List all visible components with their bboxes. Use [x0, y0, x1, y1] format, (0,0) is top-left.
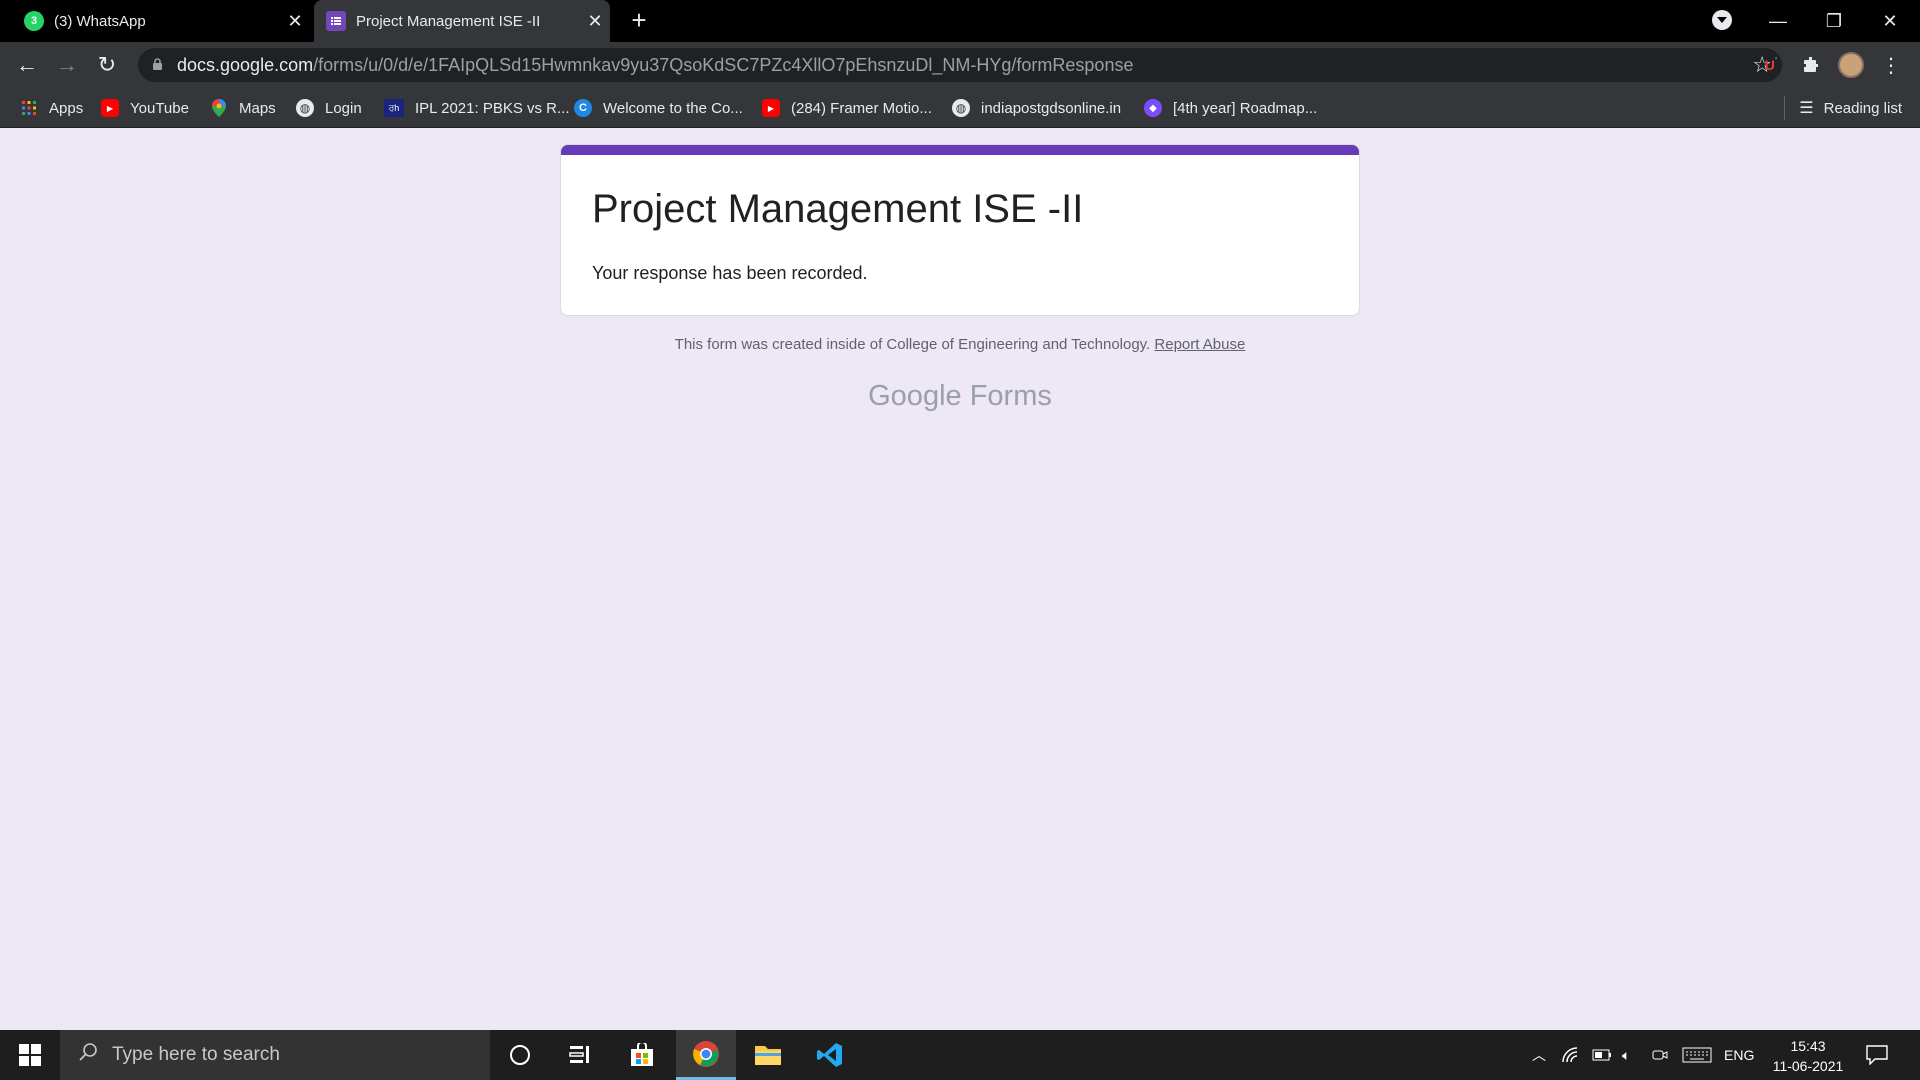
- bookmark-welcome[interactable]: C Welcome to the Co...: [574, 96, 743, 120]
- diamond-icon: ◆: [1144, 99, 1162, 117]
- windows-taskbar: Type here to search ︿ 🔈︎ ENG 15:43 11-06…: [0, 1030, 1920, 1080]
- bookmarks-bar: Apps ▶ YouTube Maps ◍ Login ਰh IPL 2021:…: [0, 88, 1920, 128]
- tab-whatsapp[interactable]: 3 (3) WhatsApp ✕: [0, 0, 310, 42]
- maps-pin-icon: [210, 99, 228, 117]
- notifications-icon[interactable]: [1866, 1030, 1888, 1080]
- forward-icon[interactable]: →: [52, 50, 82, 80]
- logo-forms-text: Forms: [969, 380, 1052, 412]
- minimize-icon[interactable]: —: [1750, 0, 1806, 42]
- reading-list-button[interactable]: ☰ Reading list: [1784, 96, 1902, 120]
- address-bar[interactable]: docs.google.com/forms/u/0/d/e/1FAIpQLSd1…: [138, 48, 1782, 82]
- clock-date: 11-06-2021: [1772, 1058, 1844, 1074]
- tab-title: (3) WhatsApp: [54, 12, 146, 30]
- tab-title: Project Management ISE -II: [356, 12, 541, 30]
- close-tab-icon[interactable]: ✕: [580, 11, 610, 32]
- vscode-icon[interactable]: [800, 1030, 860, 1080]
- url-text: docs.google.com/forms/u/0/d/e/1FAIpQLSd1…: [177, 55, 1134, 75]
- bookmark-roadmap[interactable]: ◆ [4th year] Roadmap...: [1144, 96, 1317, 120]
- bookmark-label: (284) Framer Motio...: [791, 99, 932, 117]
- apps-grid-icon: [20, 99, 38, 117]
- lock-icon: [153, 58, 162, 70]
- language-indicator[interactable]: ENG: [1724, 1030, 1754, 1080]
- menu-kebab-icon[interactable]: ⋮: [1876, 50, 1906, 80]
- bookmark-label: indiapostgdsonline.in: [981, 99, 1122, 117]
- bookmark-ipl[interactable]: ਰh IPL 2021: PBKS vs R...: [384, 96, 570, 120]
- bookmark-label: Login: [325, 99, 362, 117]
- form-accent-bar: [561, 145, 1359, 155]
- globe-icon: ◍: [296, 99, 314, 117]
- keyboard-icon[interactable]: [1682, 1030, 1712, 1080]
- youtube-icon: ▶: [762, 99, 780, 117]
- bookmark-apps[interactable]: Apps: [20, 96, 83, 120]
- bookmark-label: IPL 2021: PBKS vs R...: [415, 99, 570, 117]
- form-footer: This form was created inside of College …: [560, 336, 1360, 353]
- file-explorer-icon[interactable]: [738, 1030, 798, 1080]
- extensions-puzzle-icon[interactable]: [1796, 50, 1826, 80]
- search-icon: [78, 1042, 98, 1068]
- windows-start-icon[interactable]: [0, 1030, 60, 1080]
- show-hidden-icons[interactable]: ︿: [1532, 1030, 1546, 1080]
- wifi-icon[interactable]: [1562, 1030, 1580, 1080]
- back-icon[interactable]: ←: [12, 50, 42, 80]
- bookmark-label: Apps: [49, 99, 84, 117]
- bookmark-maps[interactable]: Maps: [210, 96, 276, 120]
- restore-icon[interactable]: ❐: [1806, 0, 1862, 42]
- bookmark-label: YouTube: [130, 99, 189, 117]
- form-response-card: Project Management ISE -II Your response…: [560, 144, 1360, 316]
- bookmark-label: Maps: [239, 99, 276, 117]
- site-icon: ਰh: [384, 99, 404, 117]
- meet-now-icon[interactable]: [1652, 1030, 1668, 1080]
- tab-project-management[interactable]: Project Management ISE -II ✕: [314, 0, 610, 42]
- reload-icon[interactable]: ↻: [92, 50, 122, 80]
- report-abuse-link[interactable]: Report Abuse: [1154, 336, 1245, 353]
- bookmark-login[interactable]: ◍ Login: [296, 96, 362, 120]
- profile-avatar[interactable]: [1836, 50, 1866, 80]
- reading-list-label: Reading list: [1823, 99, 1902, 117]
- volume-icon[interactable]: 🔈︎: [1622, 1030, 1630, 1080]
- taskbar-search-box[interactable]: Type here to search: [60, 1030, 490, 1080]
- system-clock[interactable]: 15:43 11-06-2021: [1768, 1036, 1848, 1076]
- google-forms-logo[interactable]: Google Forms: [560, 380, 1360, 413]
- logo-google-text: Google: [868, 380, 962, 412]
- microsoft-store-icon[interactable]: [612, 1030, 672, 1080]
- tab-strip: 3 (3) WhatsApp ✕ Project Management ISE …: [0, 0, 1920, 42]
- google-forms-icon: [326, 11, 346, 31]
- search-placeholder: Type here to search: [112, 1044, 280, 1065]
- bookmark-framer[interactable]: ▶ (284) Framer Motio...: [762, 96, 932, 120]
- whatsapp-icon: 3: [24, 11, 44, 31]
- cortana-icon[interactable]: [490, 1030, 550, 1080]
- youtube-icon: ▶: [101, 99, 119, 117]
- c-logo-icon: C: [574, 99, 592, 117]
- form-title: Project Management ISE -II: [592, 187, 1084, 231]
- tab-search-icon[interactable]: [1712, 10, 1732, 30]
- bookmark-youtube[interactable]: ▶ YouTube: [101, 96, 189, 120]
- task-view-icon[interactable]: [550, 1030, 610, 1080]
- confirmation-message: Your response has been recorded.: [592, 263, 868, 283]
- new-tab-button[interactable]: +: [624, 6, 654, 36]
- close-window-icon[interactable]: ✕: [1862, 0, 1918, 42]
- battery-icon[interactable]: [1592, 1030, 1612, 1080]
- clock-time: 15:43: [1790, 1038, 1826, 1054]
- bookmark-indiapost[interactable]: ◍ indiapostgdsonline.in: [952, 96, 1121, 120]
- close-tab-icon[interactable]: ✕: [280, 11, 310, 32]
- browser-toolbar: ← → ↻ docs.google.com/forms/u/0/d/e/1FAI…: [0, 42, 1920, 88]
- chrome-taskbar-icon[interactable]: [676, 1030, 736, 1080]
- bookmark-label: [4th year] Roadmap...: [1173, 99, 1318, 117]
- footer-text: This form was created inside of College …: [674, 336, 1151, 353]
- extension-icon[interactable]: U ': [1756, 50, 1786, 80]
- globe-icon: ◍: [952, 99, 970, 117]
- reading-list-icon: ☰: [1799, 100, 1814, 117]
- bookmark-label: Welcome to the Co...: [603, 99, 743, 117]
